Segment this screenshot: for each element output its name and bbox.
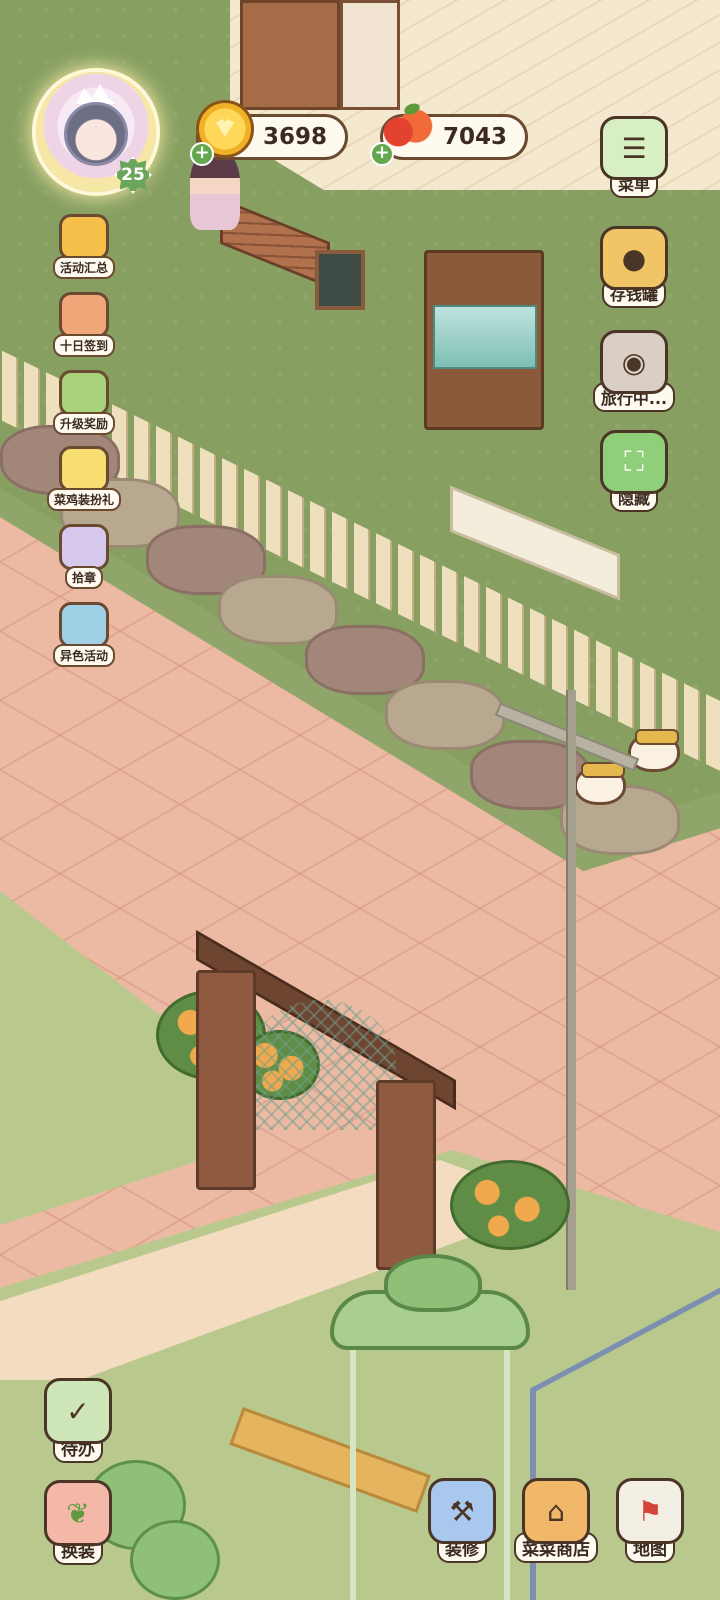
crown-icon xyxy=(76,84,116,104)
rainbow-event-button[interactable]: 异色活动 xyxy=(50,602,118,676)
menu-list-icon: ☰ xyxy=(600,116,668,180)
traveling-button[interactable]: ◉ 旅行中... xyxy=(592,330,676,416)
level-up-reward-icon xyxy=(59,370,109,416)
stall-glyph-icon: ⌂ xyxy=(547,1494,565,1528)
hammer-glyph-icon: ⚒ xyxy=(449,1494,475,1528)
map-pin-glyph-icon: ⚑ xyxy=(637,1494,663,1528)
radish-outfit-icon: ❦ xyxy=(44,1480,112,1546)
camera-icon: ◉ xyxy=(600,330,668,394)
menu-button[interactable]: ☰ 菜单 xyxy=(596,116,672,202)
map-icon: ⚑ xyxy=(616,1478,684,1544)
ten-day-checkin-icon xyxy=(59,292,109,338)
piggy-bank-button[interactable]: ● 存钱罐 xyxy=(596,226,672,312)
badge-collect-label: 拾章 xyxy=(64,566,103,589)
decorate-chick-icon: ⚒ xyxy=(428,1478,496,1544)
veggie-shop-button[interactable]: ⌂ 菜菜商店 xyxy=(508,1478,604,1570)
add-apples-button[interactable]: + xyxy=(370,142,394,166)
map-button[interactable]: ⚑ 地图 xyxy=(606,1478,694,1570)
piggy-bank-icon: ● xyxy=(600,226,668,290)
change-outfit-button[interactable]: ❦ 换装 xyxy=(34,1480,122,1572)
add-coins-button[interactable]: + xyxy=(190,142,214,166)
corners-glyph-icon: ⛶ xyxy=(624,445,644,478)
badge-collect-button[interactable]: 拾章 xyxy=(50,524,118,598)
chick-outfit-gift-icon xyxy=(59,446,109,492)
decorate-button[interactable]: ⚒ 装修 xyxy=(418,1478,506,1570)
coin-glyph-icon: ● xyxy=(621,241,647,275)
hide-frame-icon: ⛶ xyxy=(600,430,668,494)
event-summary-icon xyxy=(59,214,109,260)
event-summary-label: 活动汇总 xyxy=(52,256,115,279)
ten-day-checkin-button[interactable]: 十日签到 xyxy=(50,292,118,366)
list-glyph-icon: ☰ xyxy=(621,131,647,165)
level-up-reward-label: 升级奖励 xyxy=(52,412,115,435)
level-up-reward-button[interactable]: 升级奖励 xyxy=(50,370,118,444)
rainbow-event-icon xyxy=(59,602,109,648)
hud-overlay: 25 3698 + 7043 + 活动汇总 十日签到 升级奖励 菜鸡装扮礼 拾章… xyxy=(0,0,720,1600)
sprout-glyph-icon: ❦ xyxy=(66,1496,90,1530)
checklist-glyph-icon: ✓ xyxy=(66,1394,90,1428)
hide-ui-button[interactable]: ⛶ 隐藏 xyxy=(596,430,672,516)
chick-outfit-gift-label: 菜鸡装扮礼 xyxy=(47,488,122,511)
ten-day-checkin-label: 十日签到 xyxy=(52,334,115,357)
chick-outfit-gift-button[interactable]: 菜鸡装扮礼 xyxy=(47,446,122,520)
badge-collect-icon xyxy=(59,524,109,570)
event-summary-button[interactable]: 活动汇总 xyxy=(50,214,118,288)
rainbow-event-label: 异色活动 xyxy=(52,644,115,667)
todo-checklist-icon: ✓ xyxy=(44,1378,112,1444)
todo-button[interactable]: ✓ 待办 xyxy=(34,1378,122,1470)
shop-stall-icon: ⌂ xyxy=(522,1478,590,1544)
camera-glyph-icon: ◉ xyxy=(621,345,647,379)
avatar-portrait xyxy=(64,102,128,166)
